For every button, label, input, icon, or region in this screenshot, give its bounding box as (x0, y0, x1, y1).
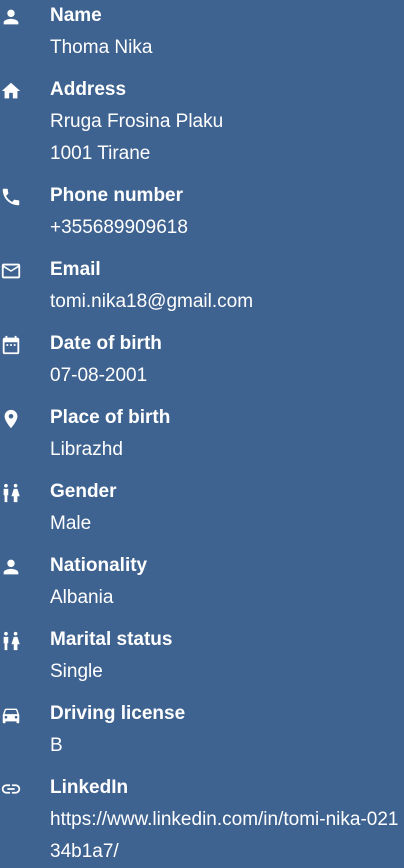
field-label: Marital status (50, 629, 173, 650)
field-label: Address (50, 79, 127, 100)
field-label: LinkedIn (50, 777, 129, 798)
person-icon (0, 556, 22, 578)
phone-icon (0, 186, 22, 208)
field-label: Phone number (50, 185, 184, 206)
car-icon (0, 704, 22, 726)
field-value: Single (50, 661, 103, 682)
field-value: Male (50, 513, 92, 534)
field-label: Gender (50, 481, 117, 502)
field-label: Date of birth (50, 333, 162, 354)
field-label: Nationality (50, 555, 148, 576)
location-pin-icon (0, 408, 22, 430)
field-value: B (50, 735, 63, 756)
person-icon (0, 6, 22, 28)
field-value: Librazhd (50, 439, 123, 460)
field-label: Place of birth (50, 407, 171, 428)
field-value: +355689909618 (50, 217, 188, 238)
gender-icon (0, 482, 22, 504)
field-value: 07-08-2001 (50, 365, 148, 386)
field-label: Name (50, 5, 102, 26)
link-icon (0, 778, 22, 800)
people-icon (0, 630, 22, 652)
field-label: Email (50, 259, 101, 280)
calendar-icon (0, 334, 22, 356)
linkedin-link[interactable]: https://www.linkedin.com/in/tomi-nika-02… (50, 804, 404, 868)
field-value: Rruga Frosina Plaku 1001 Tirane (50, 111, 224, 164)
field-label: Driving license (50, 703, 186, 724)
home-icon (0, 80, 22, 102)
field-value: Thoma Nika (50, 37, 153, 58)
field-value: Albania (50, 587, 114, 608)
field-value: tomi.nika18@gmail.com (50, 291, 254, 312)
email-icon (0, 260, 22, 282)
